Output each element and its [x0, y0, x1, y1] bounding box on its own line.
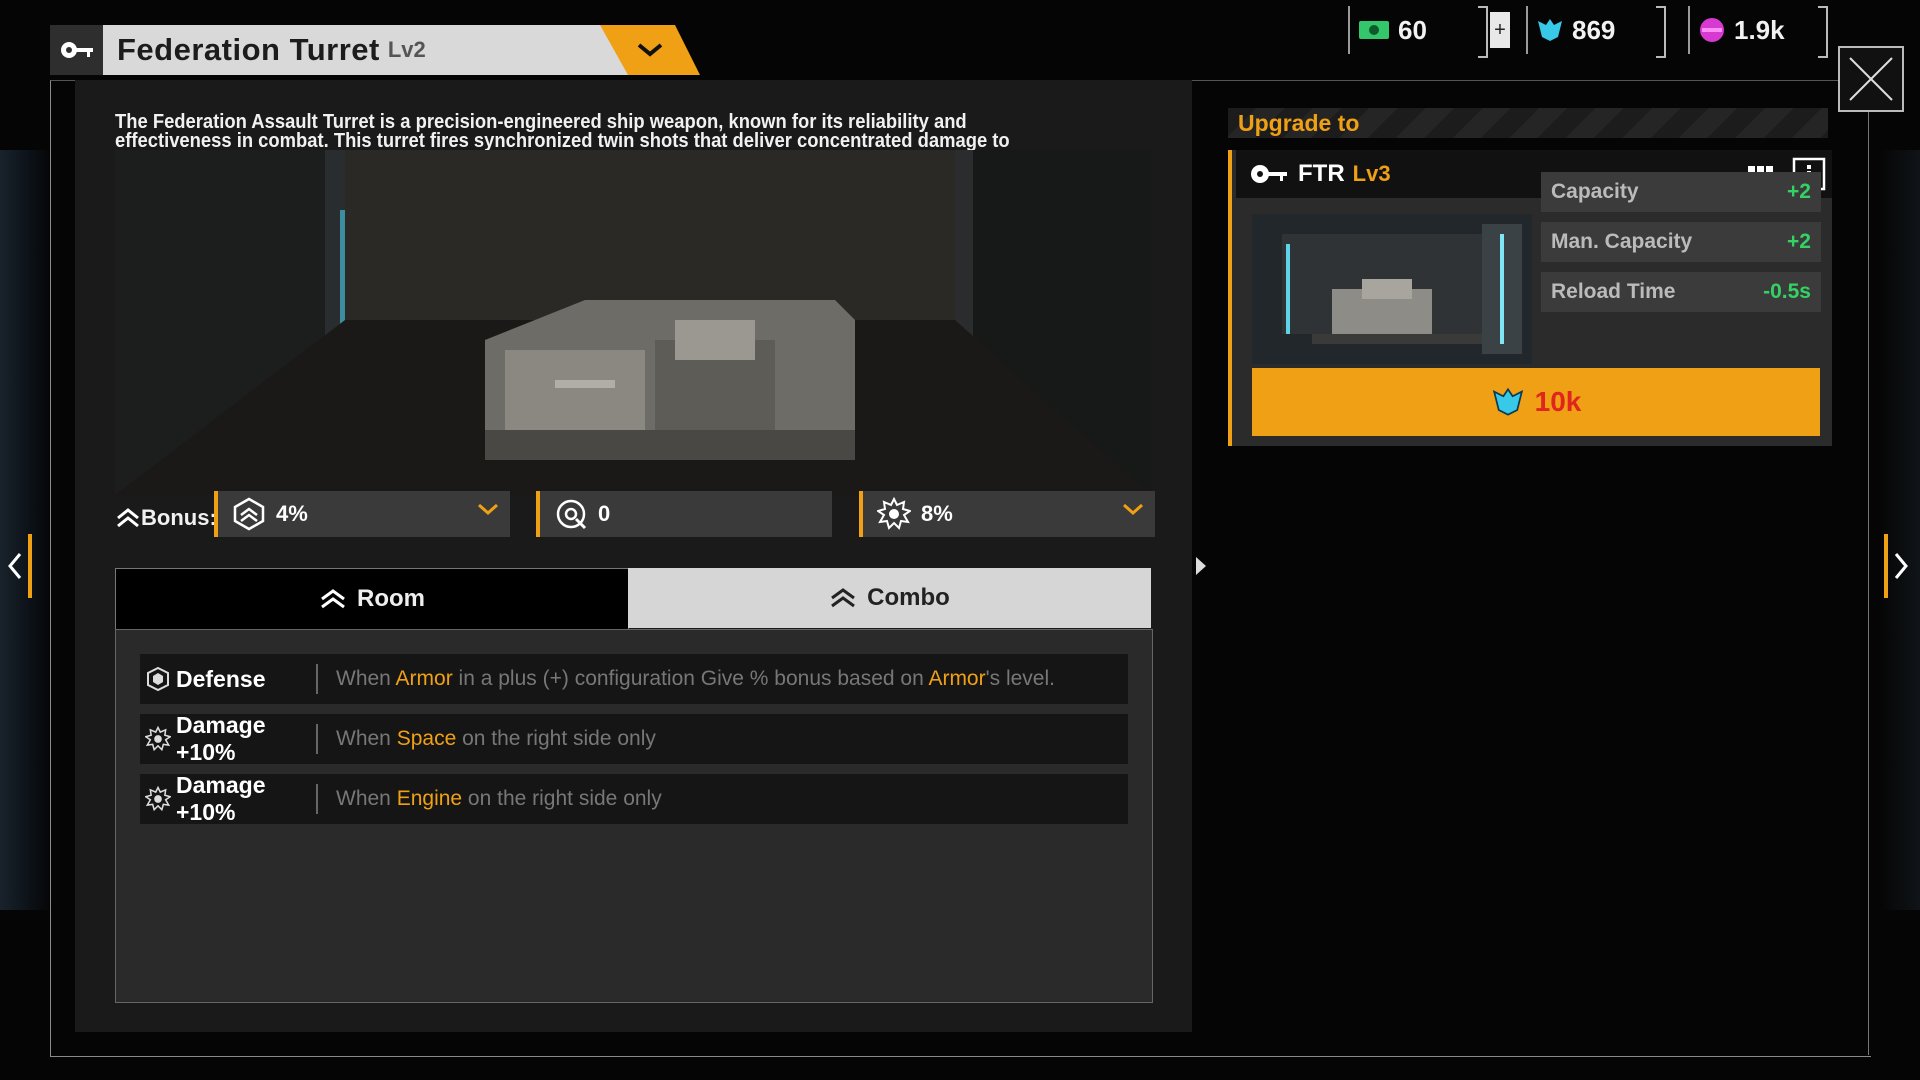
tab-room-label: Room: [357, 585, 425, 612]
combo-name: Damage +10%: [176, 712, 266, 765]
gear-burst-icon: [145, 726, 171, 752]
upgrade-cost: 10k: [1534, 386, 1582, 417]
double-chevron-up-icon: [321, 589, 345, 609]
chevron-right-icon: [1894, 553, 1908, 579]
chevron-down-icon: [1123, 503, 1143, 516]
double-chevron-up-icon: [117, 508, 139, 528]
upgrade-buy-button[interactable]: 10k: [1252, 368, 1820, 436]
page-title: Federation Turret: [117, 32, 380, 67]
background-left: [0, 150, 52, 910]
currency-crystal: 869: [1526, 6, 1615, 54]
double-chevron-up-icon: [831, 588, 856, 608]
bonus-label: Bonus:: [115, 498, 217, 538]
background-right: [1880, 150, 1920, 910]
stat-delta: +2: [1787, 230, 1811, 253]
gear-burst-icon: [877, 497, 911, 530]
key-icon: [50, 25, 103, 75]
list-item: Damage +10% When Engine on the right sid…: [140, 772, 1128, 825]
add-currency-button[interactable]: +: [1490, 12, 1510, 48]
orb-icon: [1700, 18, 1724, 42]
window-frame-right: [1868, 110, 1869, 1055]
bonus-label-text: Bonus:: [141, 505, 217, 530]
upgrade-card: FTR Lv3 Capacity +2 Man. Capacity +2 Rel…: [1228, 150, 1832, 446]
stat-capacity: Capacity +2: [1541, 172, 1821, 212]
crystal-icon: [1492, 387, 1523, 416]
prev-item-button[interactable]: [2, 534, 32, 598]
currency-orb: 1.9k: [1688, 6, 1785, 54]
upgrade-header-text: Upgrade to: [1238, 110, 1360, 136]
combo-condition: When Engine on the right side only: [336, 787, 662, 810]
next-item-button[interactable]: [1884, 534, 1914, 598]
bonus-defense-value: 4%: [276, 501, 308, 526]
close-icon: [1849, 57, 1893, 101]
upgrade-name: FTR: [1298, 160, 1345, 187]
orb-bracket: [1818, 6, 1828, 58]
crystal-value: 869: [1572, 14, 1616, 45]
collapse-panel-button[interactable]: [1188, 534, 1214, 598]
chevron-left-icon: [8, 553, 22, 579]
turret-preview-image: [115, 150, 1151, 495]
stat-man-capacity: Man. Capacity +2: [1541, 222, 1821, 262]
key-icon: [1251, 165, 1287, 183]
stat-label: Capacity: [1551, 180, 1639, 203]
stat-reload-time: Reload Time -0.5s: [1541, 272, 1821, 312]
list-item: Damage +10% When Space on the right side…: [140, 712, 1128, 765]
crosshair-icon: [556, 499, 587, 530]
crystal-bracket: [1656, 6, 1666, 58]
stat-label: Man. Capacity: [1551, 230, 1693, 253]
currency-cash: 60: [1348, 6, 1427, 54]
bonus-accuracy-value: 0: [598, 501, 611, 526]
bonus-accuracy-box: 0: [536, 491, 832, 537]
tab-combo[interactable]: Combo: [628, 568, 1151, 628]
stat-label: Reload Time: [1551, 280, 1676, 303]
close-button[interactable]: [1838, 46, 1904, 112]
crystal-icon: [1538, 19, 1562, 41]
title-bar: Federation Turret Lv2: [50, 25, 630, 75]
title-level: Lv2: [387, 37, 426, 62]
combo-condition: When Space on the right side only: [336, 727, 656, 750]
tab-room[interactable]: Room: [115, 568, 629, 630]
bonus-damage-value: 8%: [921, 501, 953, 526]
stat-delta: +2: [1787, 180, 1811, 203]
chevron-right-icon: [1196, 557, 1206, 575]
orb-value: 1.9k: [1734, 14, 1785, 45]
upgrade-level: Lv3: [1352, 161, 1391, 186]
hexagon-icon: [147, 666, 169, 692]
bonus-damage-select[interactable]: 8%: [859, 491, 1155, 537]
gear-burst-icon: [145, 786, 171, 812]
upgrade-thumbnail: [1252, 214, 1532, 364]
upgrade-header: Upgrade to: [1228, 108, 1828, 138]
list-item: Defense When Armor in a plus (+) configu…: [140, 654, 1128, 704]
chevron-down-icon: [637, 43, 663, 57]
combo-list: Defense When Armor in a plus (+) configu…: [115, 629, 1153, 1003]
bonus-defense-select[interactable]: 4%: [214, 491, 510, 537]
chevron-down-icon: [478, 503, 498, 516]
cash-bracket: [1478, 6, 1488, 58]
combo-name: Defense: [176, 665, 266, 692]
tab-combo-label: Combo: [867, 584, 950, 611]
stat-delta: -0.5s: [1763, 280, 1811, 303]
combo-condition: When Armor in a plus (+) configuration G…: [336, 667, 1055, 690]
cash-value: 60: [1398, 14, 1427, 45]
shield-rank-icon: [233, 497, 265, 531]
cash-icon: [1359, 21, 1389, 39]
combo-name: Damage +10%: [176, 772, 266, 825]
